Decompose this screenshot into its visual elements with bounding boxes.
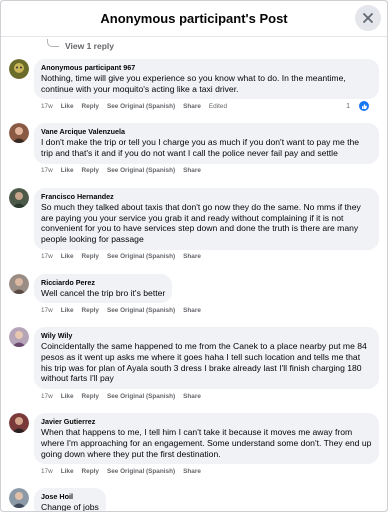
view-replies-label: View 1 reply <box>65 41 114 51</box>
comment-time[interactable]: 17w <box>41 468 53 475</box>
like-button[interactable]: Like <box>61 468 74 475</box>
comment-time[interactable]: 17w <box>41 307 53 314</box>
comment-bubble: Anonymous participant 967 Nothing, time … <box>34 59 379 100</box>
comment-author[interactable]: Francisco Hernandez <box>41 192 372 202</box>
comment-time[interactable]: 17w <box>41 103 53 110</box>
comment-bubble: Javier Gutierrez When that happens to me… <box>34 413 379 465</box>
dialog-header: Anonymous participant's Post <box>1 1 387 37</box>
avatar[interactable] <box>9 488 29 509</box>
close-icon <box>363 13 373 23</box>
reaction-summary[interactable]: 1 <box>346 101 377 112</box>
comment-text: So much they talked about taxis that don… <box>41 201 361 244</box>
comment-text: When that happens to me, I tell him I ca… <box>41 427 372 459</box>
comment-bubble: Jose Hoil Change of jobs <box>34 488 106 512</box>
see-original-button[interactable]: See Original (Spanish) <box>107 468 175 475</box>
like-button[interactable]: Like <box>61 103 74 110</box>
like-reaction-icon <box>359 101 369 112</box>
share-button[interactable]: Share <box>183 103 201 110</box>
comment: Ricciardo Perez Well cancel the trip bro… <box>9 273 379 318</box>
dialog-title: Anonymous participant's Post <box>100 11 288 26</box>
comment-text: Change of jobs <box>41 502 99 512</box>
comment: Javier Gutierrez When that happens to me… <box>9 413 379 478</box>
comment: Anonymous participant 967 Nothing, time … <box>9 59 379 113</box>
avatar[interactable] <box>9 59 29 79</box>
comment: Francisco Hernandez So much they talked … <box>9 187 379 264</box>
share-button[interactable]: Share <box>183 468 201 475</box>
see-original-button[interactable]: See Original (Spanish) <box>107 253 175 260</box>
reaction-count: 1 <box>346 102 350 110</box>
comment-author[interactable]: Wily Wily <box>41 331 372 341</box>
comment-text: Coincidentally the same happened to me f… <box>41 341 367 384</box>
comment-time[interactable]: 17w <box>41 393 53 400</box>
comment-time[interactable]: 17w <box>41 253 53 260</box>
comment-actions: 17w Like Reply See Original (Spanish) Sh… <box>34 99 379 113</box>
see-original-button[interactable]: See Original (Spanish) <box>107 307 175 314</box>
comment-author[interactable]: Jose Hoil <box>41 492 99 502</box>
comment-author[interactable]: Anonymous participant 967 <box>41 63 372 73</box>
avatar[interactable] <box>9 273 29 294</box>
share-button[interactable]: Share <box>183 167 201 174</box>
comment-actions: 17w Like Reply See Original (Spanish) Sh… <box>34 164 379 178</box>
view-replies-link[interactable]: View 1 reply <box>9 37 379 55</box>
reply-thread-line <box>47 39 59 47</box>
comment-text: Well cancel the trip bro it's better <box>41 287 166 298</box>
comments-list: View 1 reply Anonymous participant 967 N… <box>1 37 387 512</box>
see-original-button[interactable]: See Original (Spanish) <box>107 393 175 400</box>
comment-bubble: Ricciardo Perez Well cancel the trip bro… <box>34 273 173 304</box>
share-button[interactable]: Share <box>183 393 201 400</box>
share-button[interactable]: Share <box>183 307 201 314</box>
comment-actions: 17w Like Reply See Original (Spanish) Sh… <box>34 303 379 317</box>
see-original-button[interactable]: See Original (Spanish) <box>107 167 175 174</box>
like-button[interactable]: Like <box>61 253 74 260</box>
avatar[interactable] <box>9 187 29 208</box>
comment: Wily Wily Coincidentally the same happen… <box>9 327 379 403</box>
comment-time[interactable]: 17w <box>41 167 53 174</box>
close-button[interactable] <box>355 5 381 31</box>
like-button[interactable]: Like <box>61 307 74 314</box>
reply-button[interactable]: Reply <box>82 393 99 400</box>
comment-author[interactable]: Ricciardo Perez <box>41 278 165 288</box>
comment-author[interactable]: Javier Gutierrez <box>41 417 372 427</box>
avatar[interactable] <box>9 327 29 348</box>
comment-bubble: Francisco Hernandez So much they talked … <box>34 187 379 250</box>
comment-author[interactable]: Vane Arcique Valenzuela <box>41 127 372 137</box>
edited-label: Edited <box>208 102 228 110</box>
comment-text: I don't make the trip or tell you I char… <box>41 137 360 159</box>
post-dialog: Anonymous participant's Post View 1 repl… <box>0 0 388 512</box>
avatar[interactable] <box>9 123 29 144</box>
comment-actions: 17w Like Reply See Original (Spanish) Sh… <box>34 250 379 264</box>
comment: Jose Hoil Change of jobs 17w Like Reply … <box>9 488 379 512</box>
comment-bubble: Wily Wily Coincidentally the same happen… <box>34 327 379 390</box>
avatar[interactable] <box>9 413 29 434</box>
comment-text: Nothing, time will give you experience s… <box>41 73 346 94</box>
reply-button[interactable]: Reply <box>82 167 99 174</box>
like-button[interactable]: Like <box>61 393 74 400</box>
like-button[interactable]: Like <box>61 167 74 174</box>
reply-button[interactable]: Reply <box>82 468 99 475</box>
comment-actions: 17w Like Reply See Original (Spanish) Sh… <box>34 389 379 403</box>
comment-actions: 17w Like Reply See Original (Spanish) Sh… <box>34 464 379 478</box>
reply-button[interactable]: Reply <box>82 103 99 110</box>
comment: Vane Arcique Valenzuela I don't make the… <box>9 123 379 177</box>
see-original-button[interactable]: See Original (Spanish) <box>107 103 175 110</box>
comment-bubble: Vane Arcique Valenzuela I don't make the… <box>34 123 379 164</box>
reply-button[interactable]: Reply <box>82 307 99 314</box>
share-button[interactable]: Share <box>183 253 201 260</box>
reply-button[interactable]: Reply <box>82 253 99 260</box>
